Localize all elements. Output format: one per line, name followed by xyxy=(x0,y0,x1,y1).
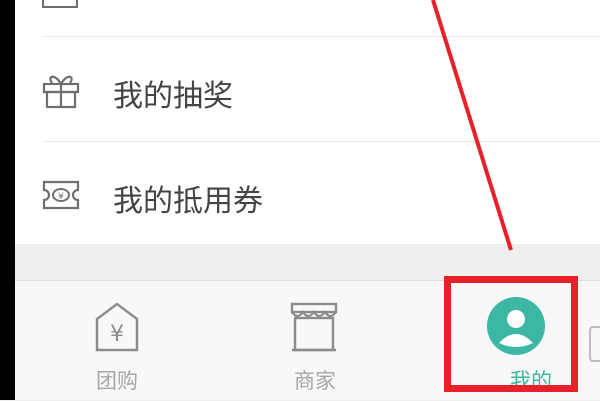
annotation-highlight-box xyxy=(444,276,578,392)
